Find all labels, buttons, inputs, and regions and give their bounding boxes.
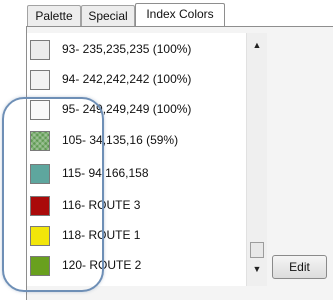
scrollbar-thumb[interactable] [250, 242, 264, 258]
list-item-label: 94- 242,242,242 (100%) [62, 72, 192, 86]
scroll-down-arrow[interactable]: ▼ [247, 261, 267, 277]
list-item[interactable]: 118- ROUTE 1 [27, 226, 246, 256]
color-swatch-icon [30, 40, 50, 60]
list-item[interactable]: 93- 235,235,235 (100%) [27, 40, 246, 70]
color-swatch-icon [30, 131, 50, 151]
list-item[interactable]: 94- 242,242,242 (100%) [27, 70, 246, 100]
color-swatch-icon [30, 100, 50, 120]
tab-special[interactable]: Special [81, 5, 135, 26]
tab-label: Palette [35, 9, 73, 23]
tab-index-colors[interactable]: Index Colors [135, 3, 225, 26]
list-item[interactable]: 120- ROUTE 2 [27, 256, 246, 286]
list-item[interactable]: 116- ROUTE 3 [27, 196, 246, 226]
list-item[interactable]: 115- 94,166,158 [27, 164, 246, 194]
color-swatch-icon [30, 226, 50, 246]
color-swatch-icon [30, 256, 50, 276]
list-item-label: 93- 235,235,235 (100%) [62, 42, 192, 56]
list-item[interactable]: 95- 249,249,249 (100%) [27, 100, 246, 130]
list-item-label: 118- ROUTE 1 [62, 228, 141, 242]
tab-palette[interactable]: Palette [27, 5, 81, 26]
list-item[interactable]: 105- 34,135,16 (59%) [27, 131, 246, 161]
color-swatch-icon [30, 70, 50, 90]
list-item-label: 120- ROUTE 2 [62, 258, 142, 272]
edit-button[interactable]: Edit [272, 255, 327, 279]
vertical-scrollbar[interactable]: ▲ ▼ [246, 33, 267, 286]
scroll-up-arrow[interactable]: ▲ [247, 37, 267, 53]
tab-label: Special [88, 9, 128, 23]
list-item-label: 116- ROUTE 3 [62, 198, 141, 212]
index-colors-list[interactable]: 93- 235,235,235 (100%) 94- 242,242,242 (… [27, 33, 246, 286]
list-item-label: 115- 94,166,158 [62, 166, 149, 180]
list-item-label: 105- 34,135,16 (59%) [62, 133, 179, 147]
color-swatch-icon [30, 164, 50, 184]
color-swatch-icon [30, 196, 50, 216]
list-item-label: 95- 249,249,249 (100%) [62, 102, 192, 116]
tab-label: Index Colors [146, 7, 214, 21]
